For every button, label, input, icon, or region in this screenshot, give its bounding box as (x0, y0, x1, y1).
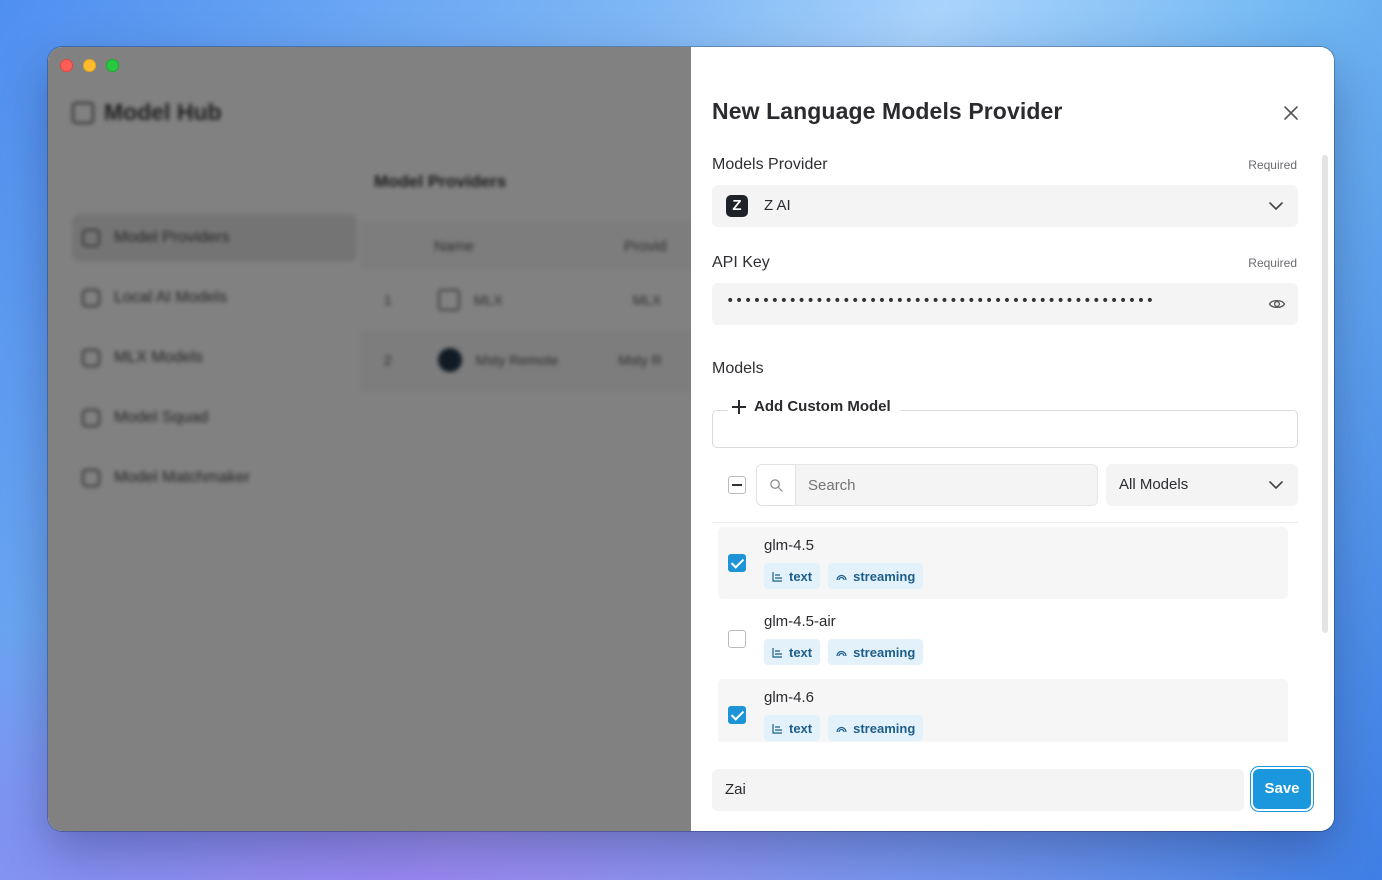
list-item[interactable]: glm-4.6 text streaming (718, 679, 1288, 742)
search-input[interactable] (796, 464, 1098, 506)
model-checkbox[interactable] (728, 554, 746, 572)
provider-value: Z AI (764, 197, 791, 214)
model-checkbox[interactable] (728, 706, 746, 724)
api-key-required: Required (1248, 256, 1297, 270)
streaming-icon (836, 726, 847, 732)
text-icon (772, 571, 782, 582)
search-icon-box (756, 464, 796, 506)
search-icon (770, 479, 783, 492)
save-button[interactable]: Save (1253, 769, 1311, 809)
chevron-down-icon (1269, 202, 1283, 210)
select-all-checkbox[interactable] (728, 476, 746, 494)
close-window-button[interactable] (60, 59, 73, 72)
eye-icon[interactable] (1268, 295, 1286, 313)
streaming-icon (836, 650, 847, 656)
list-item[interactable]: glm-4.5 text streaming (718, 527, 1288, 599)
chevron-down-icon (1269, 481, 1283, 489)
streaming-tag: streaming (828, 563, 924, 589)
provider-required: Required (1248, 158, 1297, 172)
text-tag: text (764, 715, 821, 741)
custom-model-area (712, 410, 1298, 448)
api-key-value: ••••••••••••••••••••••••••••••••••••••••… (726, 293, 1155, 309)
streaming-tag: streaming (828, 639, 924, 665)
models-filter-select[interactable]: All Models (1106, 464, 1298, 506)
text-icon (772, 647, 782, 658)
text-tag: text (764, 563, 821, 589)
text-tag: text (764, 639, 821, 665)
provider-name-input[interactable]: Zai (712, 769, 1244, 811)
close-icon[interactable] (1280, 102, 1302, 124)
provider-select[interactable]: Z Z AI (712, 185, 1298, 227)
models-toolbar: All Models (712, 464, 1298, 506)
streaming-icon (836, 574, 847, 580)
text-icon (772, 723, 782, 734)
streaming-tag: streaming (828, 715, 924, 741)
models-label: Models (712, 360, 764, 377)
zai-logo-icon: Z (726, 195, 748, 217)
model-name: glm-4.5 (764, 537, 815, 554)
api-key-label: API Key (712, 254, 770, 271)
modal-backdrop[interactable] (48, 47, 691, 831)
list-item[interactable]: glm-4.5-air text streaming (718, 603, 1288, 675)
models-list: glm-4.5 text streaming glm-4.5-air text … (712, 522, 1298, 742)
model-name: glm-4.6 (764, 689, 815, 706)
drawer-title: New Language Models Provider (712, 98, 1063, 124)
app-window: Model Hub Model Providers Local AI Model… (48, 47, 1334, 831)
model-checkbox[interactable] (728, 630, 746, 648)
plus-icon (732, 399, 746, 414)
drawer-scrollbar[interactable] (1322, 155, 1328, 633)
add-custom-model-button[interactable]: Add Custom Model (728, 398, 901, 415)
provider-label: Models Provider (712, 156, 828, 173)
api-key-input[interactable]: ••••••••••••••••••••••••••••••••••••••••… (712, 283, 1298, 325)
model-name: glm-4.5-air (764, 613, 836, 630)
zoom-window-button[interactable] (106, 59, 119, 72)
minimize-window-button[interactable] (83, 59, 96, 72)
new-provider-drawer: New Language Models Provider Models Prov… (691, 47, 1334, 831)
